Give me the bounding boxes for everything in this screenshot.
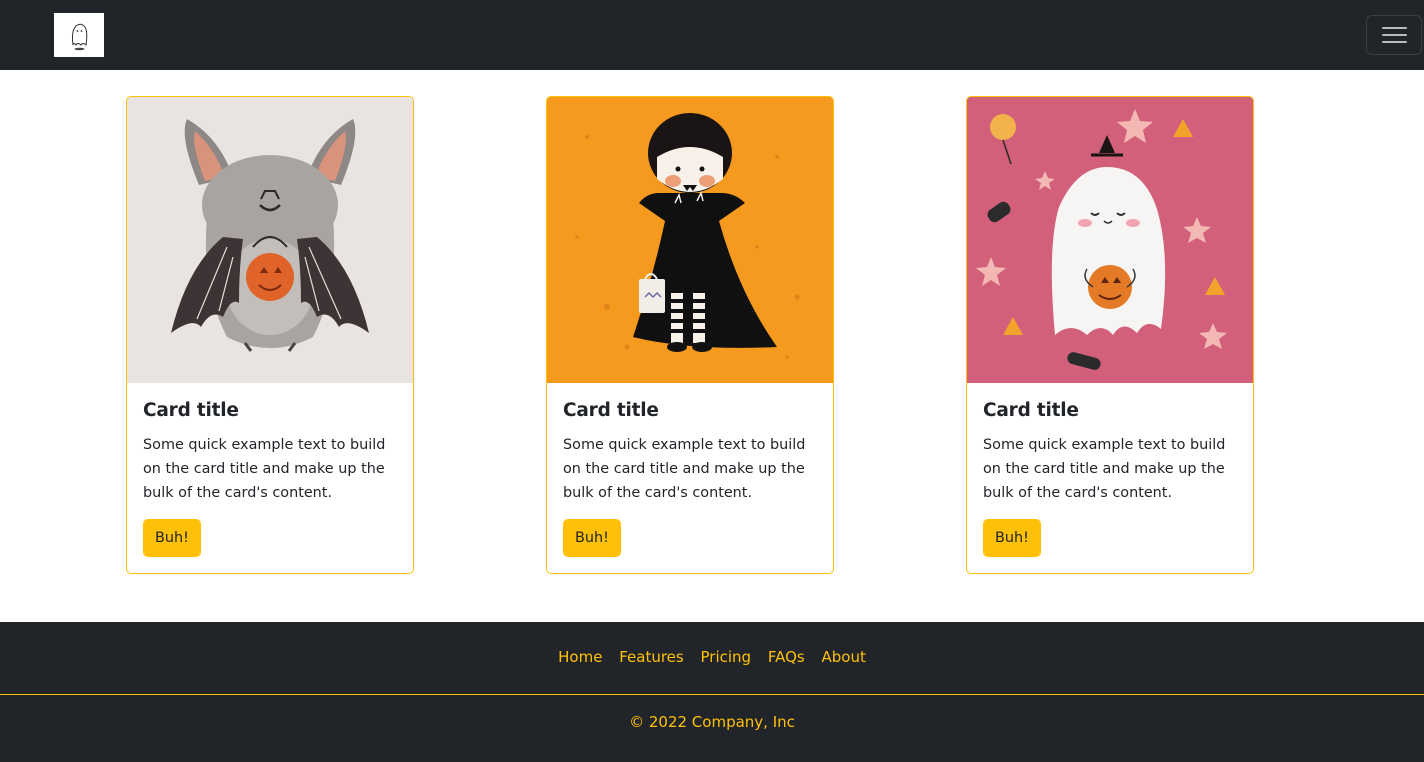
card-title: Card title	[983, 400, 1079, 421]
footer-nav: Home Features Pricing FAQs About	[0, 648, 1424, 666]
ghost-illustration	[967, 97, 1253, 383]
card-bat: Card title Some quick example text to bu…	[126, 96, 414, 574]
buh-button[interactable]: Buh!	[563, 519, 621, 557]
footer-link-features[interactable]: Features	[619, 648, 684, 666]
footer-link-pricing[interactable]: Pricing	[701, 648, 752, 666]
card-text: Some quick example text to build on the …	[143, 437, 386, 501]
footer: Home Features Pricing FAQs About © 2022 …	[0, 622, 1424, 762]
navbar	[0, 0, 1424, 70]
card-ghost: Card title Some quick example text to bu…	[966, 96, 1254, 574]
card-vampire: Card title Some quick example text to bu…	[546, 96, 834, 574]
bat-illustration	[127, 97, 413, 383]
buh-button[interactable]: Buh!	[143, 519, 201, 557]
card-text: Some quick example text to build on the …	[983, 437, 1226, 501]
vampire-illustration	[547, 97, 833, 383]
footer-link-faqs[interactable]: FAQs	[768, 648, 805, 666]
footer-link-home[interactable]: Home	[558, 648, 602, 666]
navbar-toggle-button[interactable]	[1366, 15, 1422, 55]
card-text: Some quick example text to build on the …	[563, 437, 806, 501]
footer-link-about[interactable]: About	[822, 648, 866, 666]
footer-divider	[0, 694, 1424, 695]
brand-logo-link[interactable]	[54, 13, 104, 57]
buh-button[interactable]: Buh!	[983, 519, 1041, 557]
card-title: Card title	[563, 400, 659, 421]
ghost-logo-icon	[71, 23, 88, 51]
card-title: Card title	[143, 400, 239, 421]
copyright-text: © 2022 Company, Inc	[629, 713, 795, 731]
